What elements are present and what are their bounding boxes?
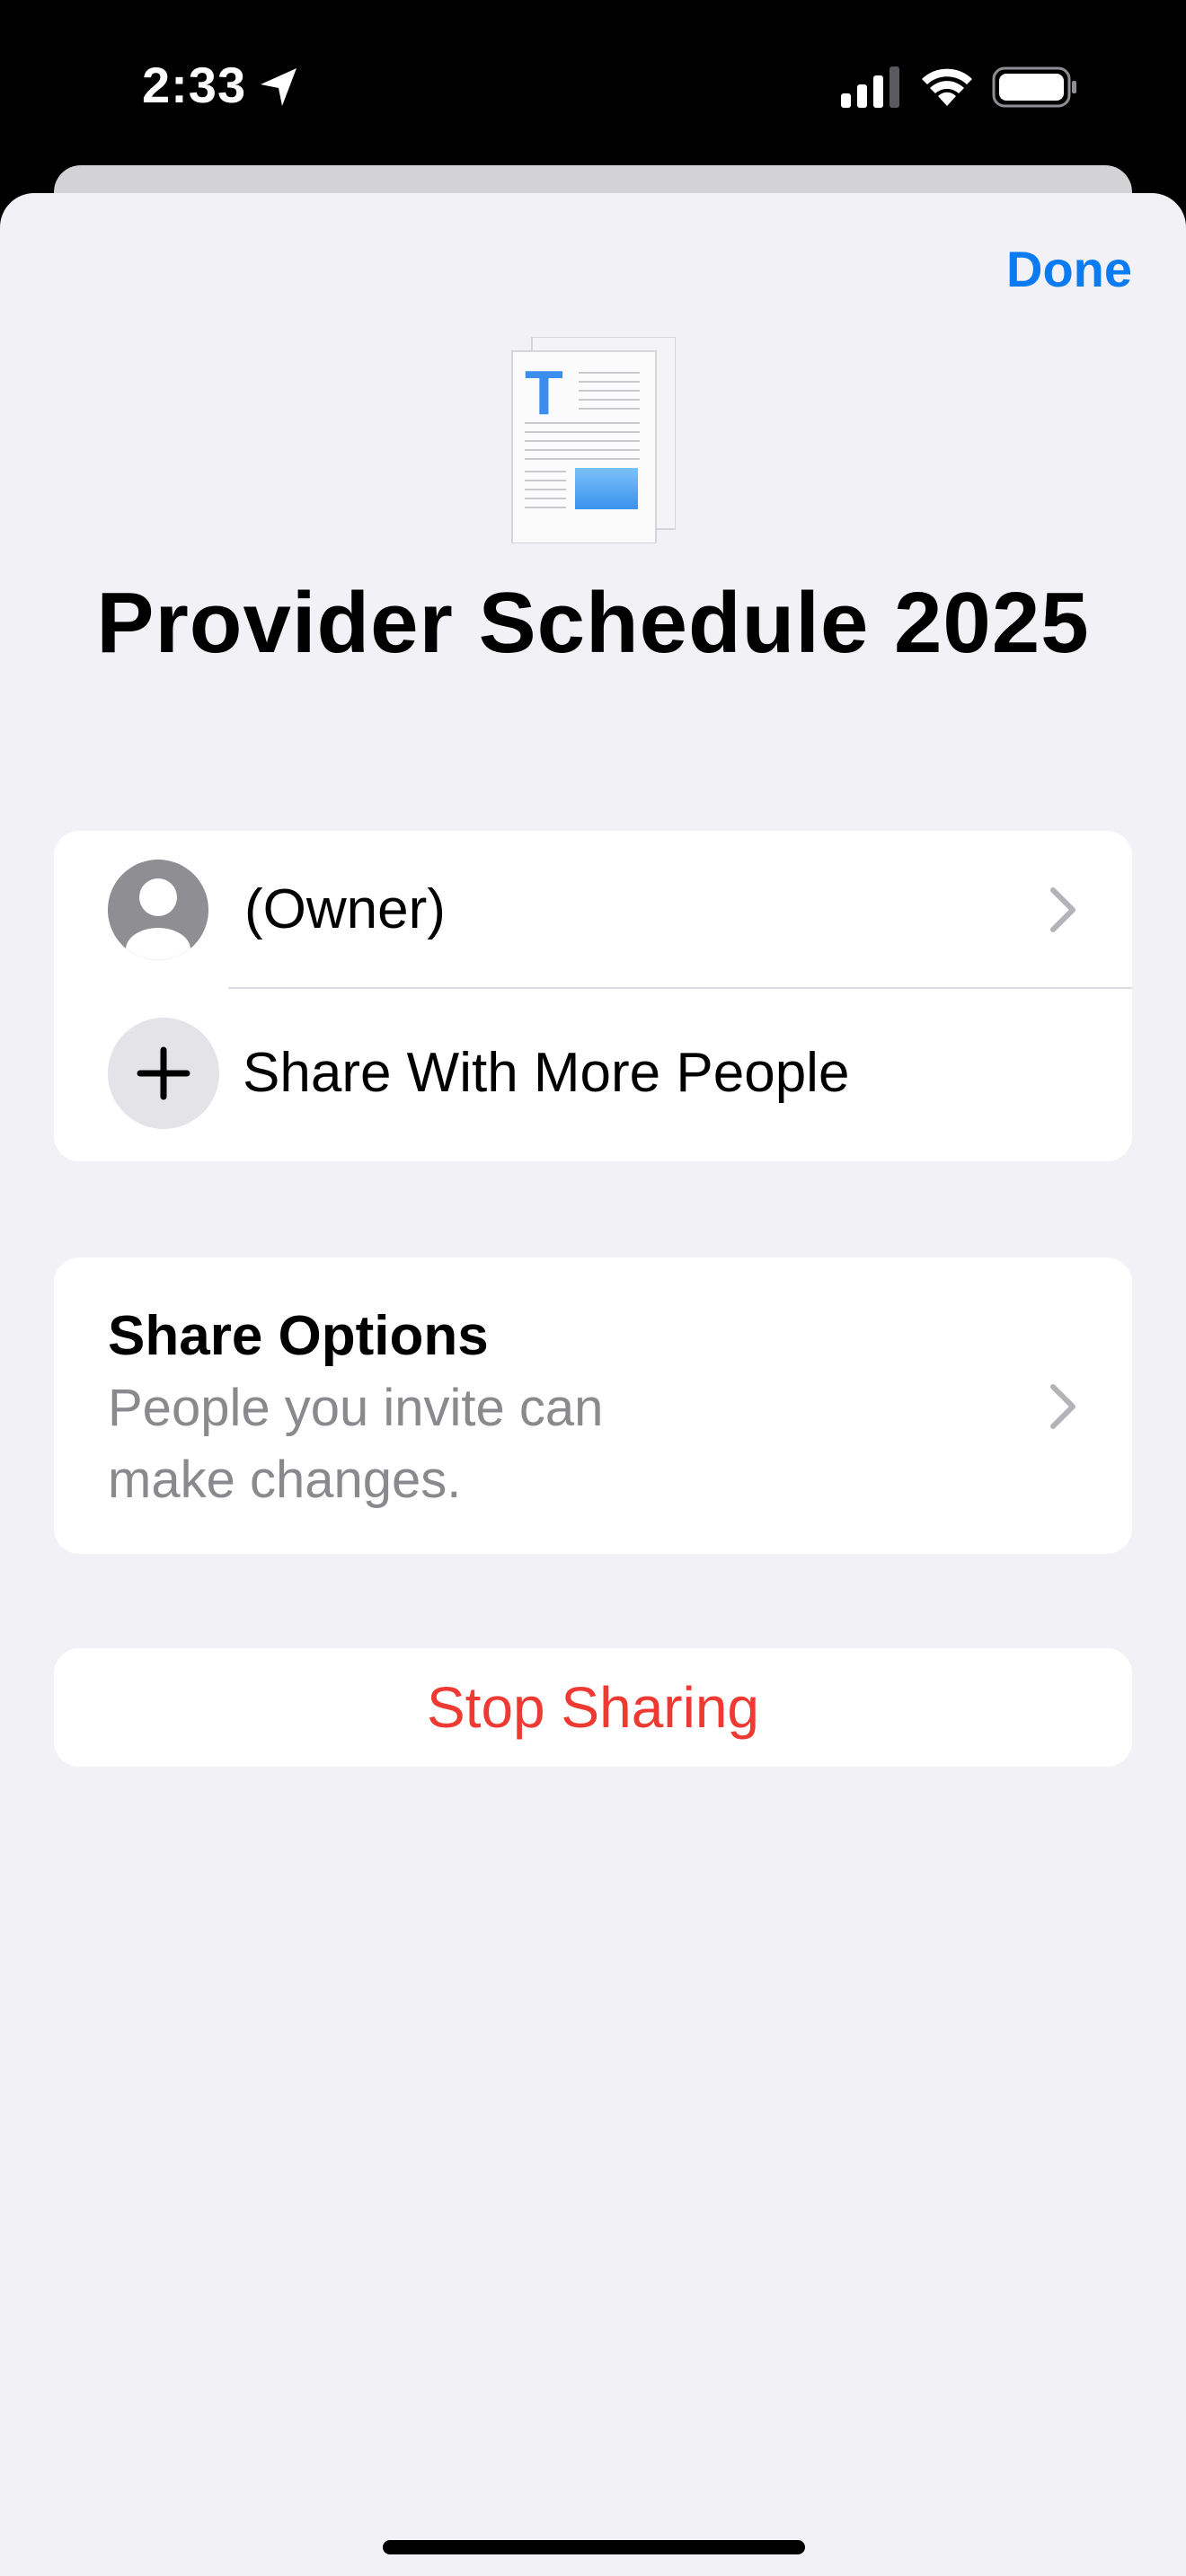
stop-sharing-group: Stop Sharing (54, 1648, 1132, 1767)
avatar-icon (108, 860, 208, 960)
home-indicator[interactable] (383, 2540, 805, 2554)
battery-icon (992, 66, 1076, 108)
owner-row[interactable]: (Owner) (54, 831, 1132, 988)
document-title: Provider Schedule 2025 (96, 575, 1090, 671)
chevron-right-icon (1050, 887, 1075, 932)
share-with-more-people-label: Share With More People (243, 1042, 850, 1104)
screen: 2:33 Done T Provider Schedule 2025 (Owne… (0, 0, 1186, 2576)
pages-document-icon: T (511, 337, 676, 543)
wifi-icon (922, 68, 972, 106)
share-options-row[interactable]: Share Options People you invite can make… (54, 1257, 1132, 1554)
status-bar: 2:33 (0, 0, 1186, 171)
status-time: 2:33 (142, 57, 247, 113)
owner-label: (Owner) (244, 878, 446, 940)
participants-group: (Owner) Share With More People (54, 831, 1132, 1161)
stop-sharing-button[interactable]: Stop Sharing (54, 1648, 1132, 1767)
plus-icon (108, 1018, 219, 1129)
svg-text:T: T (525, 357, 563, 428)
cellular-signal-icon (841, 66, 899, 108)
share-options-title: Share Options (108, 1305, 489, 1367)
share-with-more-people-row[interactable]: Share With More People (54, 989, 1132, 1161)
chevron-right-icon (1050, 1384, 1075, 1429)
share-sheet: Done T Provider Schedule 2025 (Owner) Sh… (0, 193, 1186, 2576)
done-button[interactable]: Done (1006, 240, 1132, 298)
location-arrow-icon (261, 68, 296, 106)
share-options-description: People you invite can make changes. (108, 1379, 604, 1509)
